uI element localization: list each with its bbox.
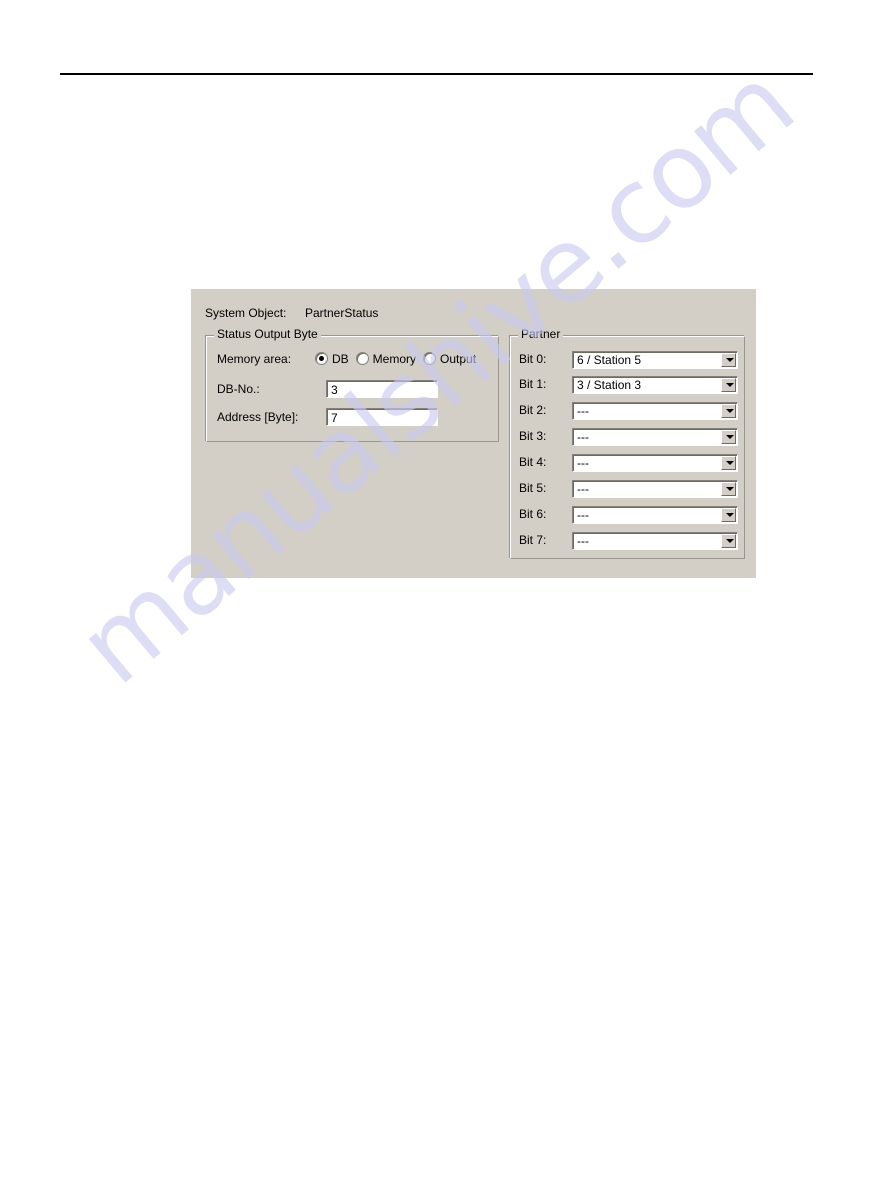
radio-memory-icon[interactable] <box>355 351 369 365</box>
radio-option-memory[interactable]: Memory <box>355 351 417 367</box>
radio-db-icon[interactable] <box>315 351 328 365</box>
partner-bit-row-4: Bit 4: --- <box>519 453 738 472</box>
bit-7-label: Bit 7: <box>519 533 547 547</box>
bit-2-value: --- <box>577 403 589 418</box>
system-object-row: System Object: PartnerStatus <box>205 306 378 320</box>
bit-0-combobox[interactable]: 6 / Station 5 <box>572 350 738 369</box>
status-output-byte-group-title: Status Output Byte <box>214 328 321 340</box>
radio-output-icon[interactable] <box>423 351 437 365</box>
partner-bit-row-6: Bit 6: --- <box>519 505 738 524</box>
bit-1-value: 3 / Station 3 <box>577 377 642 392</box>
bit-2-chevron-down-icon[interactable] <box>721 403 736 418</box>
partner-bit-row-5: Bit 5: --- <box>519 479 738 498</box>
page-header-rule <box>60 73 813 75</box>
partner-bit-row-3: Bit 3: --- <box>519 427 738 446</box>
bit-3-value: --- <box>577 429 589 444</box>
status-output-byte-group: Status Output Byte Memory area: DB Memory O… <box>205 328 499 442</box>
radio-db-label: DB <box>332 352 349 367</box>
bit-4-combobox[interactable]: --- <box>572 453 738 472</box>
document-page: manualshive.com System Object: PartnerSta… <box>0 0 893 1191</box>
bit-7-value: --- <box>577 533 589 548</box>
db-no-row: DB-No.: 3 <box>217 379 438 399</box>
radio-output-label: Output <box>440 352 477 367</box>
bit-2-combobox[interactable]: --- <box>572 401 738 420</box>
bit-5-value: --- <box>577 481 589 496</box>
bit-4-chevron-down-icon[interactable] <box>721 455 736 470</box>
bit-5-chevron-down-icon[interactable] <box>721 481 736 496</box>
radio-option-output[interactable]: Output <box>423 351 476 366</box>
partner-bit-row-1: Bit 1: 3 / Station 3 <box>519 375 738 394</box>
bit-5-combobox[interactable]: --- <box>572 479 738 498</box>
address-byte-label: Address [Byte]: <box>217 410 299 424</box>
db-no-label: DB-No.: <box>217 382 260 396</box>
bit-6-value: --- <box>577 507 589 522</box>
bit-7-chevron-down-icon[interactable] <box>721 533 736 548</box>
bit-7-combobox[interactable]: --- <box>572 531 738 550</box>
radio-memory-label: Memory <box>372 352 417 367</box>
bit-1-chevron-down-icon[interactable] <box>721 377 736 392</box>
bit-1-label: Bit 1: <box>519 377 547 391</box>
radio-option-db[interactable]: DB <box>315 351 349 366</box>
bit-6-chevron-down-icon[interactable] <box>721 507 736 522</box>
memory-area-label: Memory area: <box>217 351 292 366</box>
system-object-value: PartnerStatus <box>305 306 379 320</box>
bit-6-combobox[interactable]: --- <box>572 505 738 524</box>
bit-5-label: Bit 5: <box>519 481 547 495</box>
partner-bit-row-2: Bit 2: --- <box>519 401 738 420</box>
address-byte-input[interactable]: 7 <box>326 408 438 426</box>
bit-2-label: Bit 2: <box>519 403 547 417</box>
partner-bit-row-0: Bit 0: 6 / Station 5 <box>519 350 738 369</box>
bit-3-chevron-down-icon[interactable] <box>721 429 736 444</box>
partner-bit-row-7: Bit 7: --- <box>519 531 738 550</box>
partner-status-dialog: System Object: PartnerStatus Status Outpu… <box>191 289 756 578</box>
partner-group-title: Partner <box>518 328 564 340</box>
db-no-input[interactable]: 3 <box>326 380 438 398</box>
memory-area-row: Memory area: DB Memory Output <box>217 351 483 366</box>
system-object-label: System Object: <box>205 306 287 320</box>
bit-0-value: 6 / Station 5 <box>577 352 642 367</box>
bit-3-label: Bit 3: <box>519 429 547 443</box>
partner-group: Partner Bit 0: 6 / Station 5 Bit 1: 3 / St… <box>509 328 745 559</box>
bit-4-label: Bit 4: <box>519 455 547 469</box>
bit-0-label: Bit 0: <box>519 352 547 366</box>
bit-1-combobox[interactable]: 3 / Station 3 <box>572 375 738 394</box>
bit-6-label: Bit 6: <box>519 507 547 521</box>
bit-0-chevron-down-icon[interactable] <box>721 352 736 367</box>
address-byte-row: Address [Byte]: 7 <box>217 407 438 427</box>
bit-4-value: --- <box>577 455 589 470</box>
bit-3-combobox[interactable]: --- <box>572 427 738 446</box>
